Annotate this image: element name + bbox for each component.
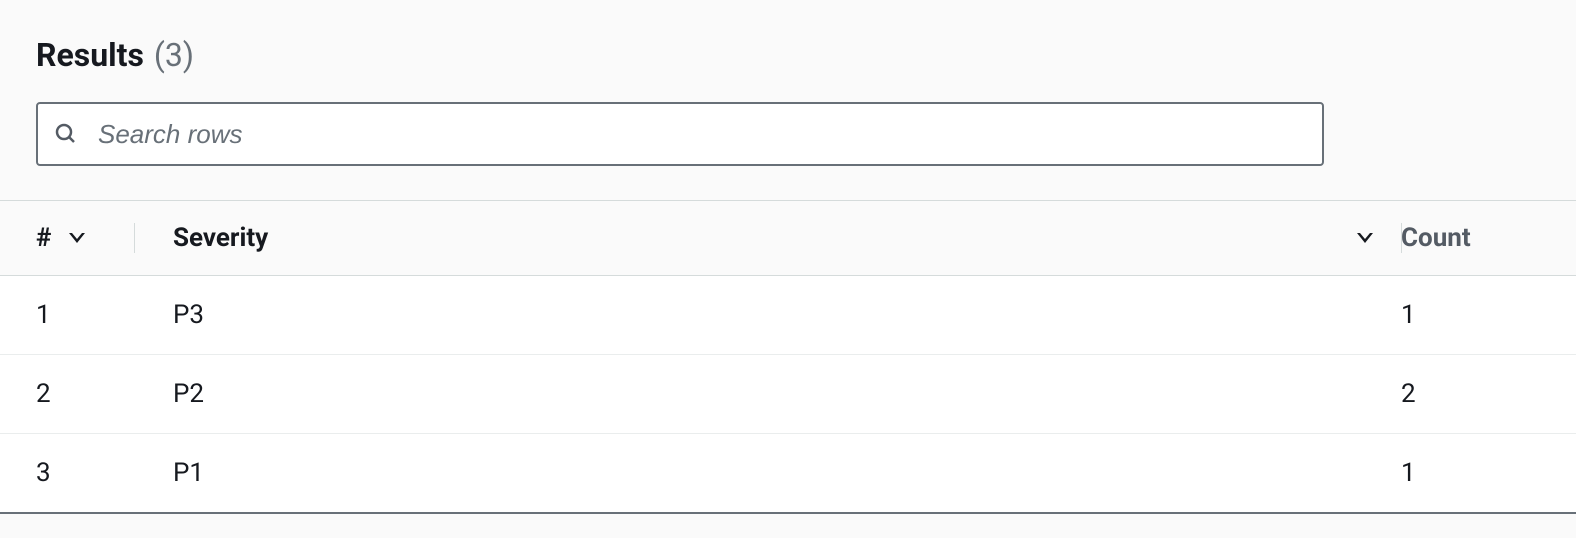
column-header-count-label: Count	[1401, 223, 1471, 253]
cell-severity: P3	[135, 276, 1401, 355]
sort-caret-icon	[69, 233, 85, 243]
results-count: (3)	[154, 36, 194, 74]
table-row: 3 P1 1	[0, 434, 1576, 514]
sort-caret-icon	[1357, 233, 1373, 243]
search-wrapper	[36, 102, 1324, 166]
results-table: # Severity Count 1	[0, 201, 1576, 514]
table-header-row: # Severity Count	[0, 201, 1576, 276]
cell-index: 1	[0, 276, 135, 355]
cell-severity: P1	[135, 434, 1401, 514]
cell-count: 1	[1401, 434, 1576, 514]
cell-index: 2	[0, 355, 135, 434]
cell-count: 1	[1401, 276, 1576, 355]
results-header: Results (3)	[36, 36, 1540, 74]
cell-index: 3	[0, 434, 135, 514]
results-title: Results	[36, 36, 144, 74]
table-row: 2 P2 2	[0, 355, 1576, 434]
search-input[interactable]	[36, 102, 1324, 166]
column-divider	[1401, 223, 1402, 253]
column-header-index[interactable]: #	[0, 201, 135, 276]
results-table-wrapper: # Severity Count 1	[0, 200, 1576, 514]
column-header-severity-label: Severity	[173, 223, 268, 253]
column-header-index-label: #	[36, 223, 51, 253]
table-row: 1 P3 1	[0, 276, 1576, 355]
cell-severity: P2	[135, 355, 1401, 434]
cell-count: 2	[1401, 355, 1576, 434]
column-header-count[interactable]: Count	[1401, 201, 1576, 276]
column-header-severity[interactable]: Severity	[135, 201, 1401, 276]
